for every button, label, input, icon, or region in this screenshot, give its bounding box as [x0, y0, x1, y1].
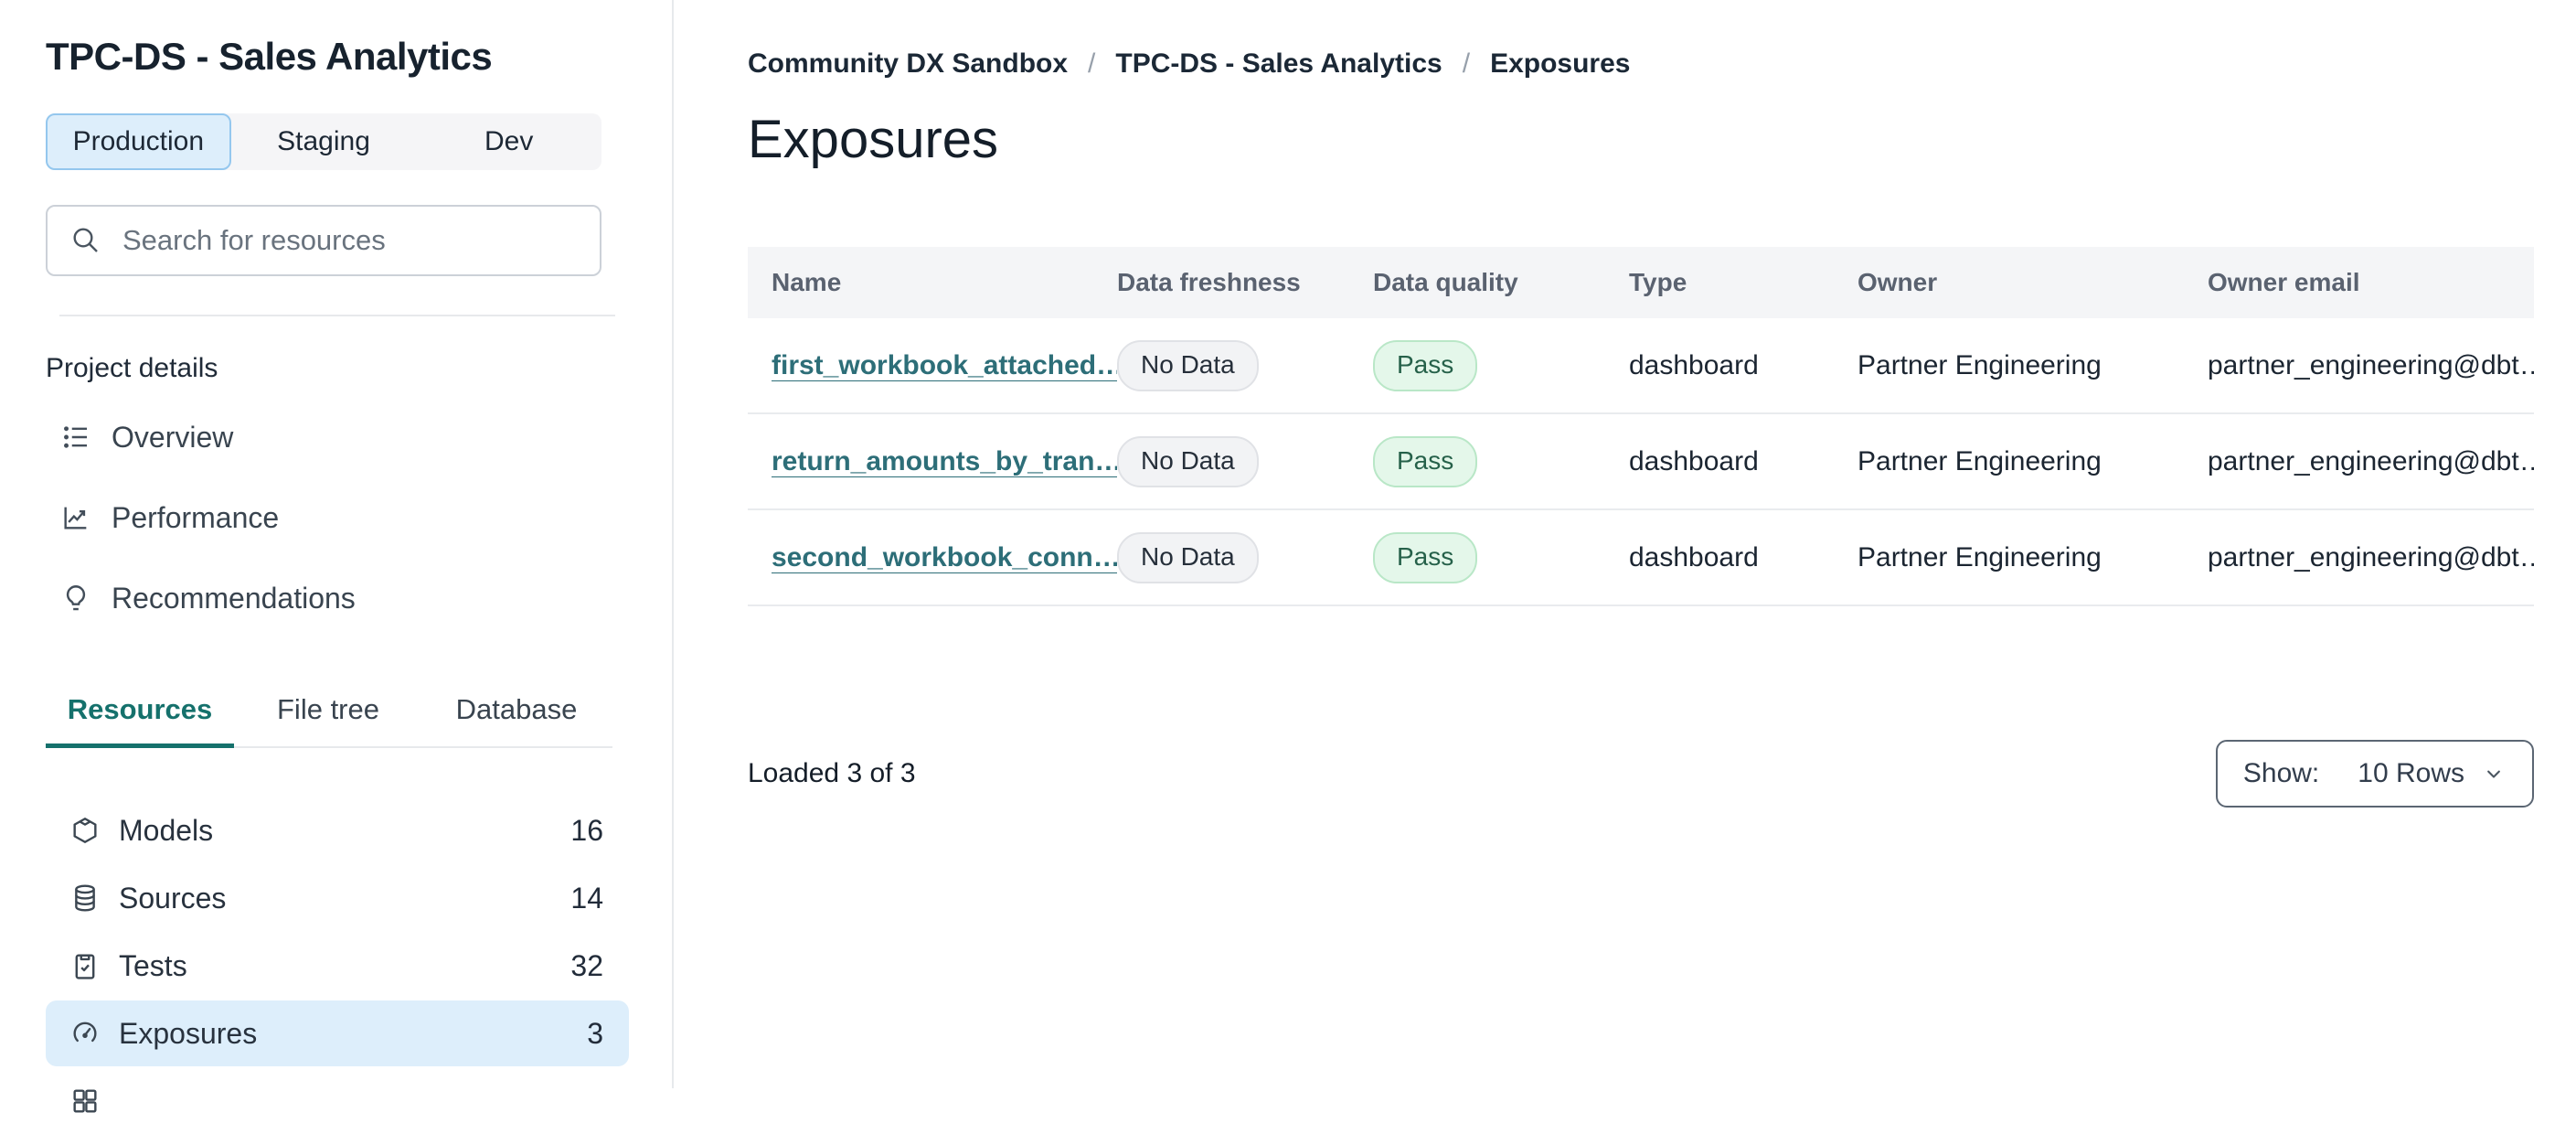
- sidebar-item-label: Overview: [112, 420, 234, 454]
- project-title: TPC-DS - Sales Analytics: [46, 35, 493, 78]
- resource-count: 14: [570, 881, 603, 915]
- clipboard-check-icon: [75, 954, 95, 979]
- sidebar-item-recommendations[interactable]: Recommendations: [46, 558, 629, 638]
- column-header-data-freshness: Data freshness: [1117, 268, 1301, 296]
- resource-label: Tests: [119, 948, 187, 982]
- owner-email-cell: partner_engineering@dbt…: [2208, 349, 2534, 380]
- type-cell: dashboard: [1629, 445, 1759, 476]
- env-tab-label: Production: [72, 126, 205, 156]
- tab-label: Resources: [67, 693, 213, 725]
- data-quality-badge: Pass: [1373, 339, 1478, 391]
- resource-count: 3: [587, 1016, 603, 1050]
- breadcrumb-account[interactable]: Community DX Sandbox: [748, 46, 1068, 82]
- env-tab-label: Staging: [277, 126, 370, 156]
- owner-cell: Partner Engineering: [1857, 541, 2102, 572]
- data-freshness-badge: No Data: [1117, 339, 1259, 391]
- owner-cell: Partner Engineering: [1857, 445, 2102, 476]
- show-label: Show:: [2242, 758, 2320, 788]
- data-quality-badge: Pass: [1373, 531, 1478, 583]
- sidebar-item-models[interactable]: Models 16: [46, 797, 629, 863]
- sidebar-item-label: Recommendations: [112, 581, 356, 615]
- breadcrumb-separator: /: [1088, 48, 1096, 79]
- data-freshness-badge: No Data: [1117, 435, 1259, 487]
- gauge-icon: [73, 1022, 97, 1043]
- sidebar-item-exposures[interactable]: Exposures 3: [46, 1000, 629, 1066]
- project-nav: Overview Performance Recommendations: [46, 397, 629, 638]
- column-header-data-quality: Data quality: [1373, 268, 1518, 296]
- type-cell: dashboard: [1629, 349, 1759, 380]
- resource-count: 32: [570, 948, 603, 982]
- sidebar-divider: [59, 315, 615, 316]
- table-row: return_amounts_by_tran… No Data Pass das…: [748, 414, 2534, 510]
- tab-file-tree[interactable]: File tree: [234, 680, 422, 746]
- data-quality-badge: Pass: [1373, 435, 1478, 487]
- sidebar-item-clipped[interactable]: [46, 1068, 629, 1134]
- column-header-name: Name: [772, 268, 842, 296]
- tab-label: Database: [455, 693, 578, 725]
- package-icon: [73, 818, 97, 843]
- sidebar: TPC-DS - Sales Analytics Production Stag…: [0, 0, 674, 1113]
- line-chart-icon: [64, 507, 87, 530]
- exposure-name-link[interactable]: second_workbook_conn…: [772, 542, 1117, 572]
- tab-resources[interactable]: Resources: [46, 680, 234, 748]
- exposure-name-link[interactable]: return_amounts_by_tran…: [772, 446, 1117, 476]
- column-header-owner-email: Owner email: [2208, 268, 2360, 296]
- grid-icon: [73, 1089, 97, 1113]
- exposures-table: Name Data freshness Data quality Type Ow…: [748, 247, 2534, 606]
- data-freshness-badge: No Data: [1117, 531, 1259, 583]
- sidebar-item-tests[interactable]: Tests 32: [46, 933, 629, 999]
- project-details-label: Project details: [46, 353, 218, 383]
- resource-tabs: Resources File tree Database: [46, 680, 612, 748]
- resource-label: Exposures: [119, 1016, 258, 1050]
- type-cell: dashboard: [1629, 541, 1759, 572]
- tab-label: File tree: [277, 693, 379, 725]
- list-icon: [64, 426, 88, 448]
- page-title: Exposures: [748, 110, 999, 169]
- breadcrumb: Community DX Sandbox / TPC-DS - Sales An…: [748, 46, 2534, 82]
- env-tab-staging[interactable]: Staging: [231, 113, 417, 170]
- column-header-type: Type: [1629, 268, 1687, 296]
- resource-label: Models: [119, 813, 214, 847]
- resource-list: Models 16 Sources 14 Tests 32 Exposures …: [46, 797, 629, 1134]
- table-row: first_workbook_attached… No Data Pass da…: [748, 318, 2534, 414]
- env-tab-label: Dev: [484, 126, 534, 156]
- breadcrumb-separator: /: [1462, 48, 1471, 79]
- search-input[interactable]: [121, 223, 578, 258]
- main-content: Community DX Sandbox / TPC-DS - Sales An…: [674, 0, 2576, 1088]
- breadcrumb-project[interactable]: TPC-DS - Sales Analytics: [1115, 46, 1442, 82]
- rows-per-page-dropdown[interactable]: Show: 10 Rows: [2215, 740, 2534, 808]
- sidebar-item-label: Performance: [112, 500, 280, 534]
- env-tab-dev[interactable]: Dev: [416, 113, 601, 170]
- tab-database[interactable]: Database: [422, 680, 611, 746]
- sidebar-item-performance[interactable]: Performance: [46, 477, 629, 558]
- search-icon: [73, 228, 98, 252]
- owner-cell: Partner Engineering: [1857, 349, 2102, 380]
- table-footer: Loaded 3 of 3 Show: 10 Rows: [748, 740, 2534, 808]
- resource-count: 16: [570, 813, 603, 847]
- sidebar-item-sources[interactable]: Sources 14: [46, 865, 629, 931]
- owner-email-cell: partner_engineering@dbt…: [2208, 541, 2534, 572]
- table-header-row: Name Data freshness Data quality Type Ow…: [748, 247, 2534, 318]
- column-header-owner: Owner: [1857, 268, 1938, 296]
- database-icon: [75, 884, 95, 912]
- owner-email-cell: partner_engineering@dbt…: [2208, 445, 2534, 476]
- chevron-down-icon: [2487, 770, 2500, 778]
- breadcrumb-current: Exposures: [1490, 48, 1631, 79]
- exposure-name-link[interactable]: first_workbook_attached…: [772, 350, 1117, 380]
- resource-label: Sources: [119, 881, 227, 915]
- lightbulb-icon: [66, 585, 86, 611]
- resource-search: [46, 205, 601, 276]
- loaded-status: Loaded 3 of 3: [748, 758, 916, 788]
- environment-tabs: Production Staging Dev: [46, 113, 601, 170]
- table-row: second_workbook_conn… No Data Pass dashb…: [748, 510, 2534, 606]
- sidebar-item-overview[interactable]: Overview: [46, 397, 629, 477]
- show-value: 10 Rows: [2358, 758, 2464, 788]
- env-tab-production[interactable]: Production: [46, 113, 231, 170]
